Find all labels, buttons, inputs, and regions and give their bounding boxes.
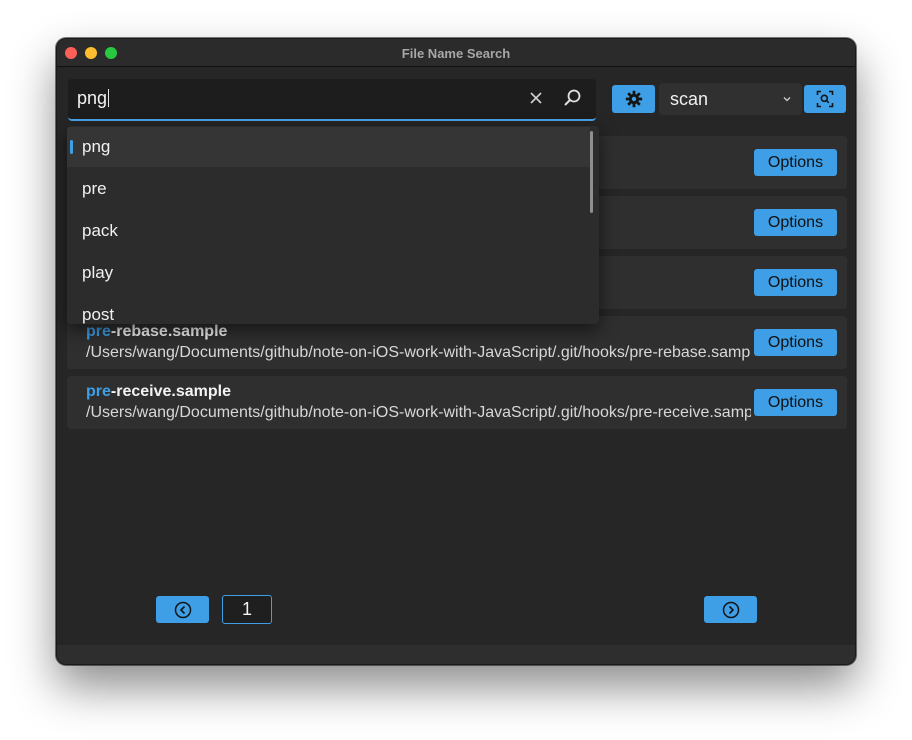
scan-icon — [816, 90, 834, 108]
gear-icon — [625, 90, 642, 108]
result-path: /Users/wang/Documents/github/note-on-iOS… — [86, 344, 751, 361]
filename-rest: -receive.sample — [110, 383, 231, 400]
suggestion-item[interactable]: post — [67, 295, 590, 324]
match-highlight: pre — [86, 383, 111, 400]
suggestion-item[interactable]: play — [67, 253, 590, 293]
suggestion-item[interactable]: pre — [67, 169, 590, 209]
dropdown-scrollbar[interactable] — [590, 131, 593, 213]
suggestion-label: pack — [82, 221, 118, 240]
window-title: File Name Search — [401, 46, 511, 61]
suggestion-label: png — [82, 137, 111, 156]
options-button[interactable]: Options — [754, 269, 837, 296]
previous-page-button[interactable] — [156, 596, 209, 623]
page-number-field[interactable]: 1 — [222, 595, 272, 624]
mode-select[interactable]: scan — [659, 83, 802, 115]
chevron-right-icon — [722, 601, 739, 618]
app-window: File Name Search png scan Options Option… — [56, 38, 856, 665]
chevron-left-icon — [174, 601, 191, 618]
search-input-value: png — [77, 88, 110, 108]
suggestion-item[interactable]: pack — [67, 211, 590, 251]
search-icon[interactable] — [562, 88, 582, 108]
filename-rest: -rebase.sample — [110, 323, 228, 340]
result-filename: pre-receive.sample — [86, 383, 231, 401]
suggestion-label: play — [82, 263, 114, 282]
options-button[interactable]: Options — [754, 209, 837, 236]
search-input[interactable]: png — [68, 79, 596, 121]
scan-button[interactable] — [804, 85, 846, 113]
options-button[interactable]: Options — [754, 149, 837, 176]
suggestion-item[interactable]: png — [67, 127, 590, 167]
match-highlight: pre — [86, 323, 111, 340]
result-path: /Users/wang/Documents/github/note-on-iOS… — [86, 404, 751, 421]
suggestion-dropdown: png pre pack play post — [67, 126, 599, 324]
selection-indicator — [70, 140, 73, 154]
options-button[interactable]: Options — [754, 329, 837, 356]
settings-button[interactable] — [612, 85, 655, 113]
clear-icon[interactable] — [528, 90, 544, 106]
result-row[interactable]: pre-receive.sample/Users/wang/Documents/… — [67, 376, 847, 429]
mode-select-value: scan — [670, 89, 709, 109]
next-page-button[interactable] — [704, 596, 757, 623]
options-button[interactable]: Options — [754, 389, 837, 416]
status-bar — [57, 645, 855, 664]
suggestion-label: post — [82, 305, 115, 324]
title-bar: File Name Search — [57, 39, 855, 67]
suggestion-label: pre — [82, 179, 107, 198]
chevron-down-icon — [783, 97, 791, 102]
result-filename: pre-rebase.sample — [86, 323, 227, 341]
